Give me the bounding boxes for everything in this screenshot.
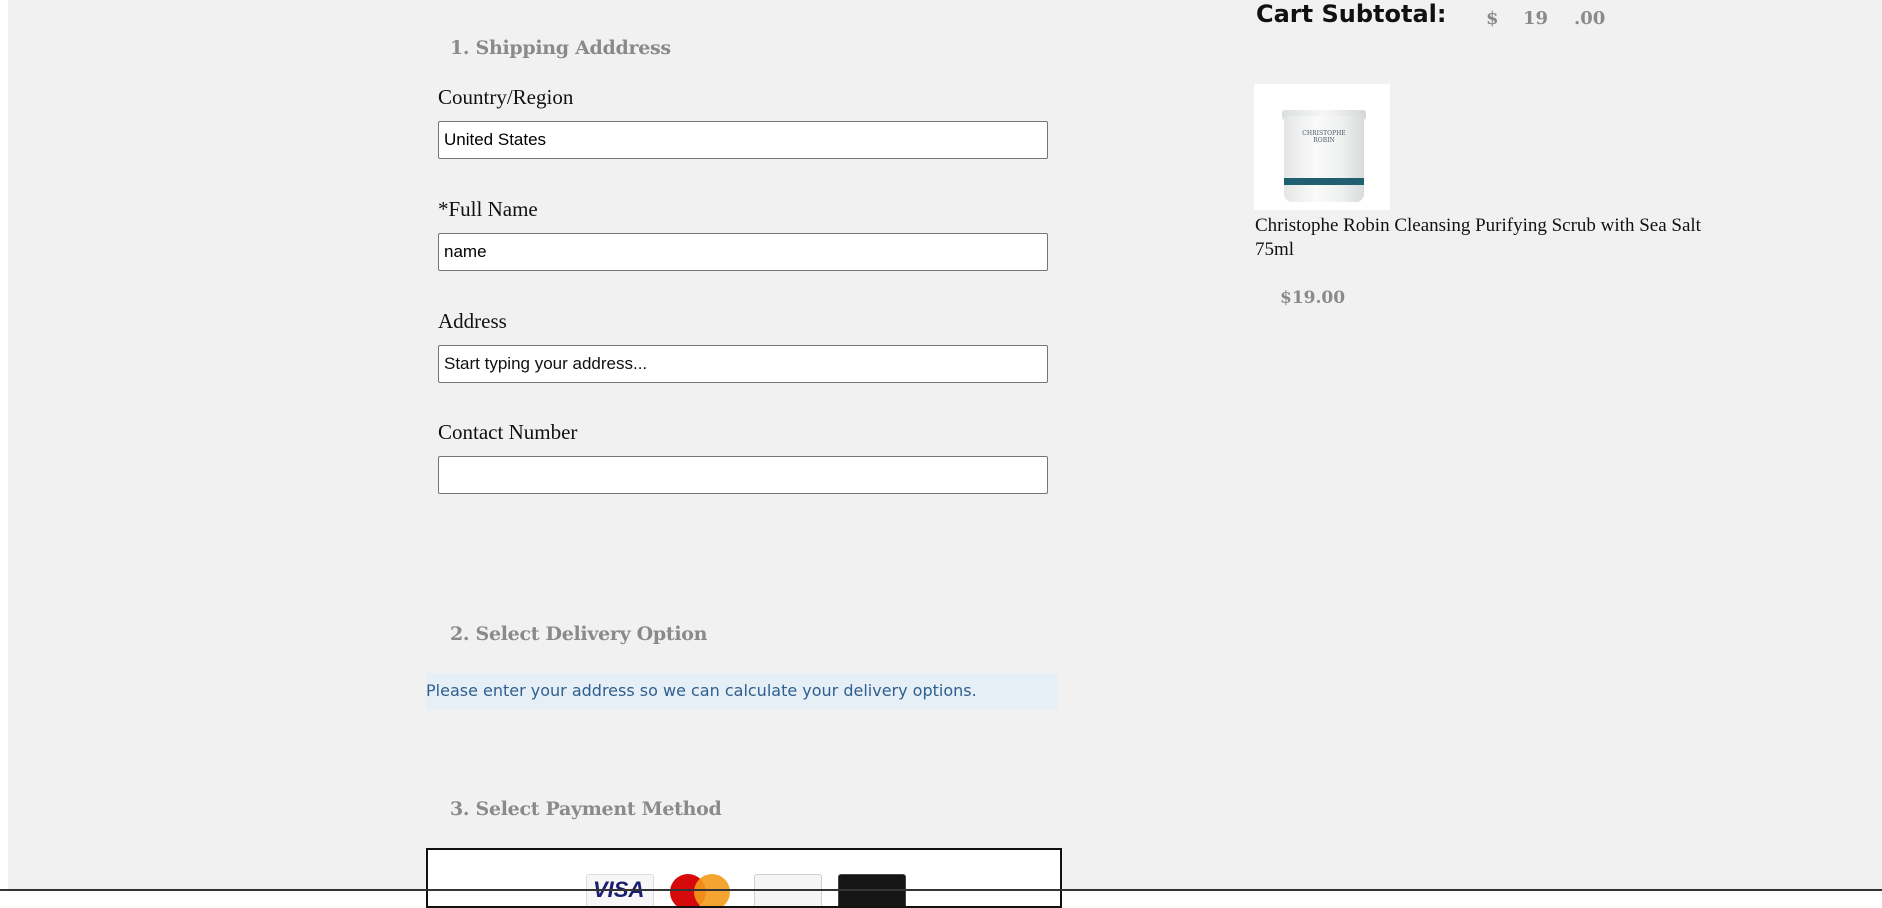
- delivery-address-notice: Please enter your address so we can calc…: [426, 673, 1058, 709]
- checkout-page: 1. Shipping Adddress Country/Region *Ful…: [8, 0, 1882, 908]
- cart-item-price: $19.00: [1280, 288, 1346, 308]
- cart-item-name[interactable]: Christophe Robin Cleansing Purifying Scr…: [1255, 214, 1705, 262]
- payment-method-option[interactable]: VISA: [426, 848, 1062, 908]
- country-region-input[interactable]: [438, 121, 1048, 159]
- mastercard-icon: [670, 874, 736, 906]
- delivery-option-heading: 2. Select Delivery Option: [450, 623, 708, 645]
- cart-subtotal-cents: .00: [1574, 8, 1606, 29]
- cart-subtotal-label: Cart Subtotal:: [1256, 0, 1447, 28]
- amex-card-icon: [754, 874, 822, 906]
- full-name-input[interactable]: [438, 233, 1048, 271]
- mastercard-yellow-circle: [694, 874, 730, 906]
- jar-body: CHRISTOPHE ROBIN: [1284, 116, 1364, 202]
- address-label: Address: [438, 309, 507, 333]
- jar-brand-text: CHRISTOPHE ROBIN: [1302, 130, 1346, 144]
- cart-subtotal-currency: $: [1486, 8, 1499, 29]
- jar-label-band: [1284, 178, 1364, 185]
- full-name-label: *Full Name: [438, 197, 538, 221]
- payment-method-heading: 3. Select Payment Method: [450, 798, 722, 820]
- address-input[interactable]: [438, 345, 1048, 383]
- black-card-icon: [838, 874, 906, 906]
- country-region-label: Country/Region: [438, 85, 574, 109]
- contact-number-input[interactable]: [438, 456, 1048, 494]
- visa-card-icon: VISA: [586, 874, 654, 906]
- cart-subtotal-whole: 19: [1523, 8, 1549, 29]
- product-jar-image[interactable]: CHRISTOPHE ROBIN: [1254, 84, 1390, 210]
- contact-number-label: Contact Number: [438, 420, 578, 444]
- shipping-address-heading: 1. Shipping Adddress: [450, 37, 671, 59]
